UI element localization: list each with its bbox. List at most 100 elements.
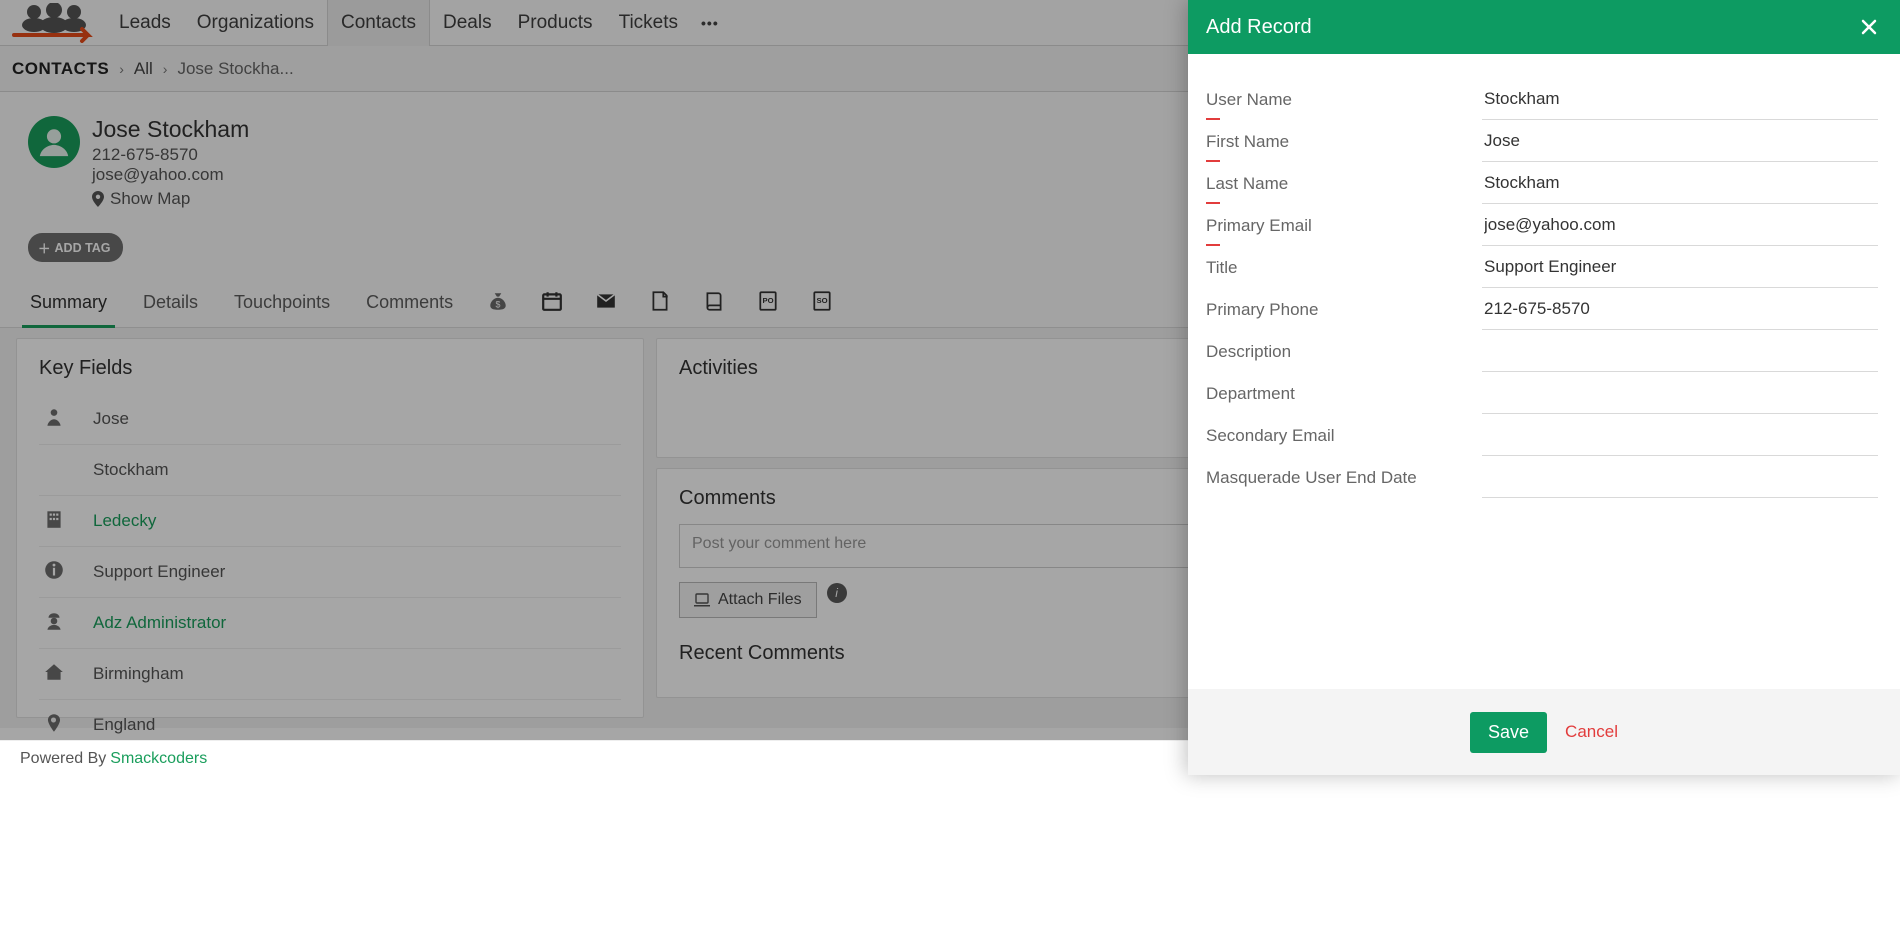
record-name: Jose Stockham: [92, 116, 249, 143]
nav-deals[interactable]: Deals: [430, 0, 505, 46]
money-bag-icon: $: [487, 290, 509, 312]
save-button[interactable]: Save: [1470, 712, 1547, 753]
form-label: Primary Phone: [1206, 288, 1482, 330]
key-field-row: Adz Administrator: [39, 598, 621, 649]
tab-icon-doc-edit[interactable]: [649, 280, 671, 326]
key-field-value: Support Engineer: [93, 562, 225, 582]
laptop-icon: [694, 593, 710, 607]
form-row-masquerade-user-end-date: Masquerade User End Date: [1206, 456, 1878, 498]
nav-leads[interactable]: Leads: [106, 0, 184, 46]
form-row-last-name: Last Name: [1206, 162, 1878, 204]
key-field-value: Birmingham: [93, 664, 184, 684]
tab-icon-book[interactable]: [703, 280, 725, 326]
svg-text:PO: PO: [763, 296, 774, 305]
nav-more[interactable]: •••: [691, 15, 729, 31]
tab-icon-mail[interactable]: [595, 280, 617, 326]
key-field-row: Birmingham: [39, 649, 621, 700]
info-icon[interactable]: i: [827, 583, 847, 603]
form-label: Secondary Email: [1206, 414, 1482, 456]
tab-icon-calendar[interactable]: [541, 280, 563, 326]
calendar-icon: [541, 290, 563, 312]
input-primary-email[interactable]: [1482, 205, 1878, 246]
nav-products[interactable]: Products: [505, 0, 606, 46]
form-label: Title: [1206, 246, 1482, 288]
info-icon: [39, 559, 93, 585]
modal-header: Add Record: [1188, 0, 1900, 54]
key-field-value[interactable]: Ledecky: [93, 511, 156, 531]
form-label: Primary Email: [1206, 204, 1482, 246]
form-label: Department: [1206, 372, 1482, 414]
record-email[interactable]: jose@yahoo.com: [92, 165, 249, 185]
input-secondary-email[interactable]: [1482, 415, 1878, 456]
tab-comments[interactable]: Comments: [364, 278, 455, 327]
add-tag-label: ADD TAG: [55, 241, 111, 255]
svg-text:$: $: [496, 299, 501, 309]
tab-icon-so[interactable]: SO: [811, 280, 833, 326]
person-icon: [39, 406, 93, 432]
form-row-description: Description: [1206, 330, 1878, 372]
input-title[interactable]: [1482, 247, 1878, 288]
record-phone: 212-675-8570: [92, 145, 249, 165]
form-row-user-name: User Name: [1206, 78, 1878, 120]
show-map-link[interactable]: Show Map: [92, 189, 249, 209]
tab-details[interactable]: Details: [141, 278, 200, 327]
breadcrumb-root[interactable]: CONTACTS: [12, 59, 109, 79]
tab-icon-po[interactable]: PO: [757, 280, 779, 326]
key-field-value[interactable]: Adz Administrator: [93, 613, 226, 633]
nav-tickets[interactable]: Tickets: [606, 0, 691, 46]
close-icon[interactable]: [1856, 14, 1882, 40]
footer-brand-link[interactable]: Smackcoders: [110, 750, 207, 768]
key-field-row: Ledecky: [39, 496, 621, 547]
form-label: First Name: [1206, 120, 1482, 162]
org-icon: [39, 508, 93, 534]
key-field-row: Support Engineer: [39, 547, 621, 598]
key-field-value: England: [93, 715, 155, 735]
form-row-department: Department: [1206, 372, 1878, 414]
plus-icon: ＋: [38, 238, 51, 257]
input-primary-phone[interactable]: [1482, 289, 1878, 330]
attach-files-button[interactable]: Attach Files: [679, 582, 817, 618]
breadcrumb-current: Jose Stockha...: [177, 59, 293, 79]
input-last-name[interactable]: [1482, 163, 1878, 204]
avatar: [28, 116, 80, 168]
add-tag-button[interactable]: ＋ ADD TAG: [28, 233, 123, 262]
form-row-title: Title: [1206, 246, 1878, 288]
form-label: User Name: [1206, 78, 1482, 120]
input-department[interactable]: [1482, 373, 1878, 414]
tab-touchpoints[interactable]: Touchpoints: [232, 278, 332, 327]
form-label: Description: [1206, 330, 1482, 372]
nav-organizations[interactable]: Organizations: [184, 0, 327, 46]
tab-summary[interactable]: Summary: [28, 278, 109, 327]
cancel-button[interactable]: Cancel: [1565, 722, 1618, 742]
input-masquerade-user-end-date[interactable]: [1482, 457, 1878, 498]
chevron-right-icon: ›: [119, 61, 124, 77]
key-field-value: Jose: [93, 409, 129, 429]
nav-contacts[interactable]: Contacts: [327, 0, 430, 46]
input-description[interactable]: [1482, 331, 1878, 372]
modal-title: Add Record: [1206, 16, 1312, 39]
pin-icon: [39, 712, 93, 738]
key-fields-card: Key Fields JoseStockhamLedeckySupport En…: [16, 338, 644, 718]
form-label: Masquerade User End Date: [1206, 456, 1482, 498]
key-field-value: Stockham: [93, 460, 169, 480]
pin-icon: [92, 191, 104, 207]
input-first-name[interactable]: [1482, 121, 1878, 162]
key-field-row: Stockham: [39, 445, 621, 496]
mail-icon: [595, 290, 617, 312]
breadcrumb-all[interactable]: All: [134, 59, 153, 79]
app-logo: [6, 3, 102, 43]
so-icon: SO: [811, 290, 833, 312]
form-row-primary-phone: Primary Phone: [1206, 288, 1878, 330]
tab-icon-money-bag[interactable]: $: [487, 280, 509, 326]
input-user-name[interactable]: [1482, 79, 1878, 120]
form-row-first-name: First Name: [1206, 120, 1878, 162]
footer-powered: Powered By: [20, 750, 106, 768]
svg-text:SO: SO: [817, 296, 828, 305]
chevron-right-icon: ›: [163, 61, 168, 77]
add-record-modal: Add Record User NameFirst NameLast NameP…: [1188, 0, 1900, 775]
form-row-secondary-email: Secondary Email: [1206, 414, 1878, 456]
form-row-primary-email: Primary Email: [1206, 204, 1878, 246]
doc-edit-icon: [649, 290, 671, 312]
attach-files-label: Attach Files: [718, 591, 802, 609]
blank-icon: [39, 457, 93, 483]
